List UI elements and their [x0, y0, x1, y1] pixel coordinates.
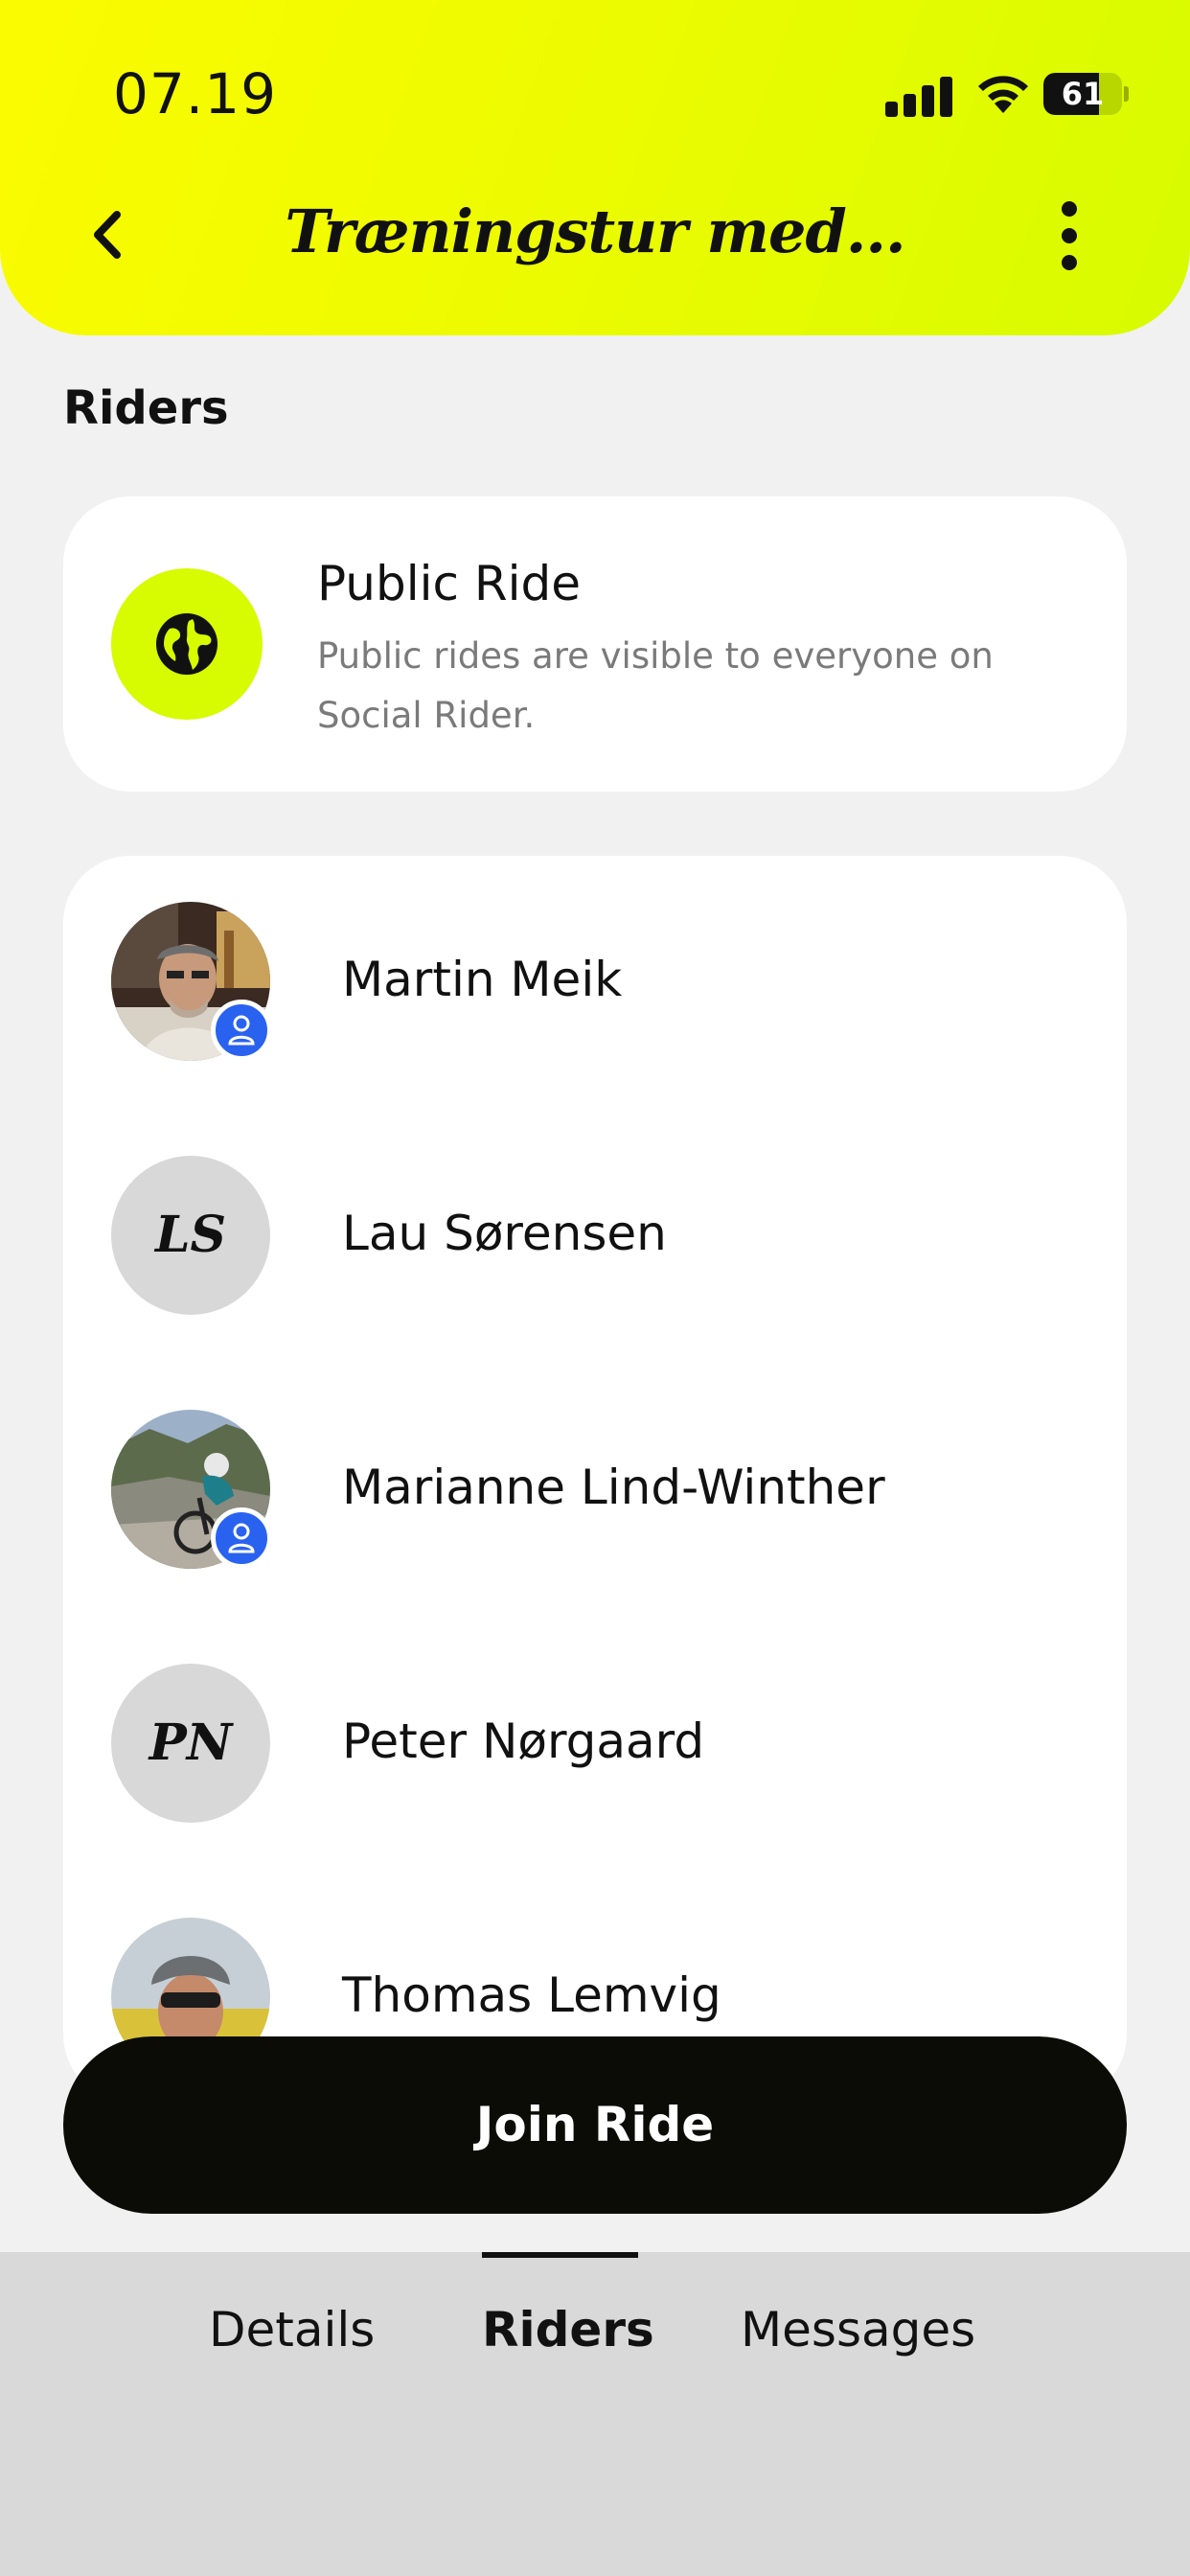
rider-name: Thomas Lemvig — [342, 1967, 721, 2023]
back-button[interactable] — [80, 201, 134, 268]
join-ride-button[interactable]: Join Ride — [63, 2036, 1127, 2214]
person-badge-icon — [211, 1000, 272, 1061]
riders-list: Martin Meik LS Lau Sørensen Marianne Lin… — [63, 856, 1127, 2102]
avatar: LS — [111, 1156, 270, 1315]
tab-messages[interactable]: Messages — [741, 2302, 975, 2358]
tab-riders[interactable]: Riders — [482, 2302, 654, 2358]
tab-details[interactable]: Details — [209, 2302, 375, 2358]
active-tab-indicator — [482, 2252, 638, 2258]
avatar: PN — [111, 1664, 270, 1823]
tab-bar: Details Riders Messages — [0, 2252, 1190, 2576]
wifi-icon — [978, 76, 1028, 113]
vertical-ellipsis-icon — [1062, 201, 1077, 217]
public-ride-description: Public rides are visible to everyone on … — [317, 635, 994, 736]
list-item[interactable]: PN Peter Nørgaard — [63, 1618, 1127, 1823]
header: 07.19 61 Træningstur med... — [0, 0, 1190, 335]
rider-name: Peter Nørgaard — [342, 1714, 705, 1769]
app-screen: 07.19 61 Træningstur med... Riders Publi… — [0, 0, 1190, 2576]
cellular-signal-icon — [885, 69, 952, 117]
rider-name: Marianne Lind-Winther — [342, 1460, 885, 1515]
globe-icon-container — [111, 568, 263, 720]
status-time: 07.19 — [113, 61, 278, 126]
globe-icon — [156, 613, 217, 675]
section-title: Riders — [63, 381, 229, 435]
rider-name: Martin Meik — [342, 952, 623, 1007]
battery-percentage: 61 — [1061, 76, 1105, 112]
rider-name: Lau Sørensen — [342, 1206, 667, 1261]
public-ride-card: Public Ride Public rides are visible to … — [63, 496, 1127, 792]
battery-icon: 61 — [1043, 73, 1129, 115]
page-title: Træningstur med... — [285, 196, 905, 266]
list-item[interactable]: Martin Meik — [63, 856, 1127, 1061]
list-item[interactable]: Thomas Lemvig — [63, 1872, 1127, 2077]
list-item[interactable]: Marianne Lind-Winther — [63, 1364, 1127, 1569]
more-options-button[interactable] — [1062, 201, 1077, 270]
public-ride-title: Public Ride — [317, 556, 581, 611]
person-badge-icon — [211, 1507, 272, 1569]
list-item[interactable]: LS Lau Sørensen — [63, 1110, 1127, 1315]
